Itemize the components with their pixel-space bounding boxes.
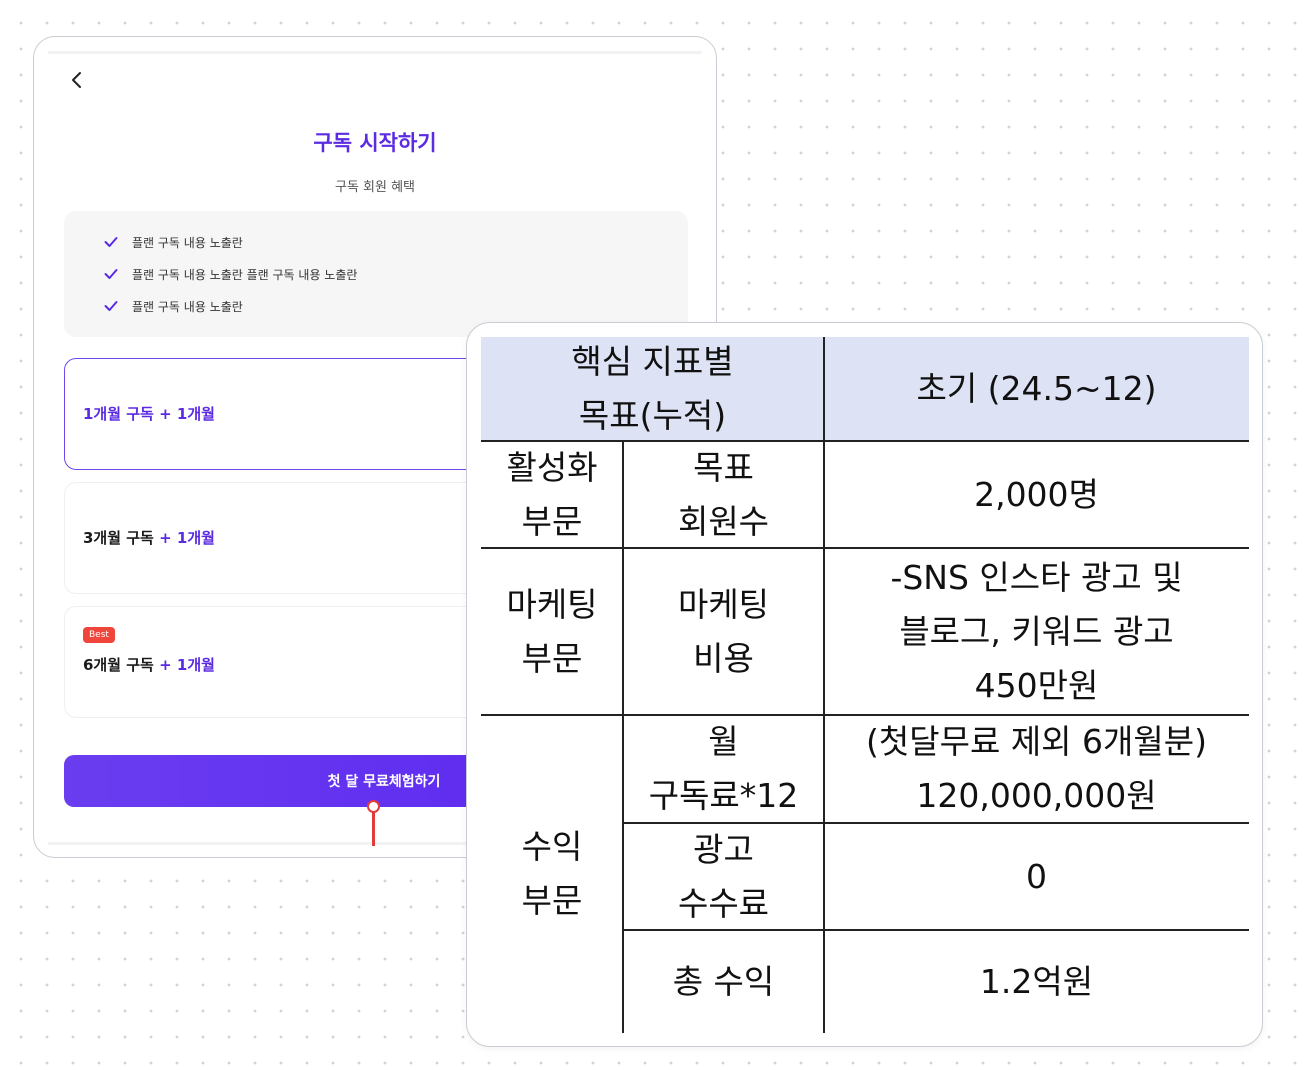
table-rule (823, 337, 825, 1033)
benefit-text: 플랜 구독 내용 노출란 (132, 235, 243, 250)
value-marketing-cost: -SNS 인스타 광고 및 블로그, 키워드 광고 450만원 (890, 557, 1183, 705)
table-rule (623, 822, 1249, 824)
table-rule (481, 714, 1249, 716)
table-rule (481, 440, 1249, 442)
table-rule (481, 547, 1249, 549)
benefit-text: 플랜 구독 내용 노출란 플랜 구독 내용 노출란 (132, 267, 358, 282)
item-ad-fee: 광고 수수료 (677, 829, 770, 923)
chevron-left-icon (72, 72, 81, 88)
back-button[interactable] (64, 67, 90, 93)
plan-label: 6개월 구독 + 1개월 (83, 656, 215, 674)
page-subtitle: 구독 회원 혜택 (334, 180, 416, 195)
benefit-item: 플랜 구독 내용 노출란 (104, 231, 243, 253)
value-target-members: 2,000명 (974, 474, 1099, 514)
category-marketing: 마케팅 부문 (506, 584, 598, 678)
plan-label: 1개월 구독 + 1개월 (83, 405, 215, 423)
divider (48, 51, 702, 54)
table-rule (623, 929, 1249, 931)
plan-label: 3개월 구독 + 1개월 (83, 529, 215, 547)
page-title: 구독 시작하기 (313, 131, 437, 155)
benefit-text: 플랜 구독 내용 노출란 (132, 299, 243, 314)
item-marketing-cost: 마케팅 비용 (677, 584, 770, 678)
annotation-pin-icon (367, 800, 380, 813)
value-total-revenue: 1.2억원 (979, 961, 1094, 1001)
best-badge: Best (83, 627, 115, 643)
check-icon (104, 269, 118, 279)
value-subscription-fee: (첫달무료 제외 6개월분) 120,000,000원 (866, 722, 1207, 815)
item-total-revenue: 총 수익 (672, 961, 775, 1001)
benefit-item: 플랜 구독 내용 노출란 (104, 295, 243, 317)
value-ad-fee: 0 (1026, 856, 1047, 896)
item-subscription-fee: 월 구독료*12 (648, 722, 799, 815)
item-target-members: 목표 회원수 (677, 447, 770, 541)
category-activation: 활성화 부문 (506, 447, 598, 541)
table-rule (622, 441, 624, 1033)
category-revenue: 수익 부문 (521, 827, 583, 920)
header-period: 초기 (24.5~12) (824, 337, 1249, 441)
benefits-box: 플랜 구독 내용 노출란 플랜 구독 내용 노출란 플랜 구독 내용 노출란 플… (64, 211, 688, 337)
check-icon (104, 301, 118, 311)
check-icon (104, 237, 118, 247)
header-metric: 핵심 지표별 목표(누적) (481, 337, 824, 441)
benefit-item: 플랜 구독 내용 노출란 플랜 구독 내용 노출란 (104, 263, 357, 285)
kpi-table-panel: 핵심 지표별 목표(누적) 초기 (24.5~12) 활성화 부문 목표 회원수… (466, 322, 1263, 1047)
